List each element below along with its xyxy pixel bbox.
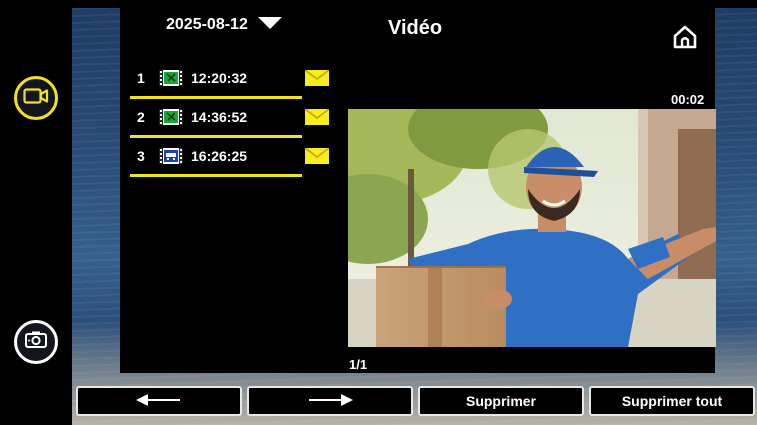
envelope-icon bbox=[304, 69, 330, 86]
envelope-icon bbox=[304, 108, 330, 125]
video-duration: 00:02 bbox=[671, 92, 705, 107]
list-item[interactable]: 2 14:36:52 bbox=[130, 99, 330, 138]
video-camera-icon bbox=[23, 87, 49, 110]
list-item[interactable]: 3 16:26:25 bbox=[130, 138, 330, 177]
video-thumbnail-icon bbox=[159, 109, 183, 125]
top-strip bbox=[72, 0, 757, 8]
delivery-person-image bbox=[348, 109, 716, 347]
envelope-icon bbox=[304, 147, 330, 164]
arrow-left-icon bbox=[136, 393, 182, 409]
video-thumbnail-icon bbox=[159, 70, 183, 86]
record-time: 16:26:25 bbox=[191, 148, 248, 164]
page-title: Vidéo bbox=[388, 17, 443, 39]
record-index: 3 bbox=[137, 148, 145, 164]
video-preview[interactable] bbox=[348, 109, 716, 347]
page-indicator: 1/1 bbox=[349, 357, 368, 372]
record-list: 1 12:20:32 2 14:36:52 3 16:26:25 bbox=[130, 60, 330, 177]
next-button[interactable] bbox=[247, 386, 413, 416]
delete-all-button[interactable]: Supprimer tout bbox=[589, 386, 755, 416]
camera-icon bbox=[24, 330, 48, 355]
home-button[interactable] bbox=[672, 24, 698, 50]
bottom-toolbar: Supprimer Supprimer tout bbox=[76, 386, 756, 418]
record-index: 2 bbox=[137, 109, 145, 125]
list-item[interactable]: 1 12:20:32 bbox=[130, 60, 330, 99]
chevron-down-icon bbox=[257, 16, 282, 34]
date-selector[interactable]: 2025-08-12 bbox=[166, 16, 282, 34]
delete-button[interactable]: Supprimer bbox=[418, 386, 584, 416]
intercom-thumbnail-icon bbox=[159, 148, 183, 164]
home-icon bbox=[672, 25, 698, 54]
arrow-right-icon bbox=[307, 393, 353, 409]
photo-mode-button[interactable] bbox=[14, 320, 58, 364]
record-time: 14:36:52 bbox=[191, 109, 248, 125]
date-label: 2025-08-12 bbox=[166, 16, 248, 33]
record-index: 1 bbox=[137, 70, 145, 86]
previous-button[interactable] bbox=[76, 386, 242, 416]
video-mode-button[interactable] bbox=[14, 76, 58, 120]
record-time: 12:20:32 bbox=[191, 70, 248, 86]
